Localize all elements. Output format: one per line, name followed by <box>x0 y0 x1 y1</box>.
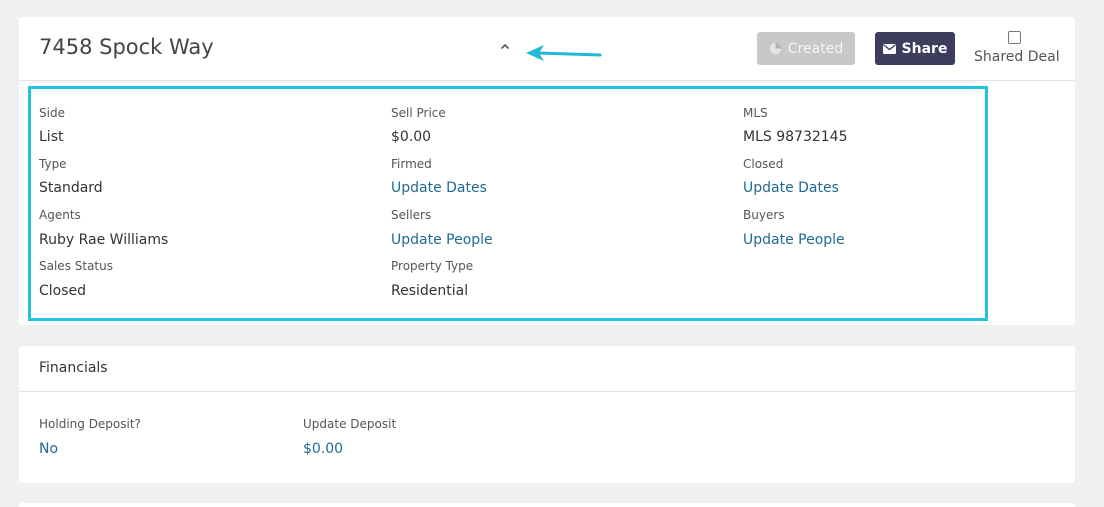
sales-status-label: Sales Status <box>39 259 113 273</box>
shared-deal-checkbox[interactable] <box>1008 31 1021 44</box>
firmed-label: Firmed <box>391 157 432 171</box>
arrow-left-icon <box>526 45 602 61</box>
sellers-label: Sellers <box>391 208 432 222</box>
buyers-label: Buyers <box>743 208 785 222</box>
buyers-update-people-link[interactable]: Update People <box>743 232 845 248</box>
next-card <box>19 503 1075 507</box>
sellers-update-people-link[interactable]: Update People <box>391 232 493 248</box>
agents-value: Ruby Rae Williams <box>39 232 169 248</box>
envelope-icon <box>882 43 896 54</box>
closed-update-dates-link[interactable]: Update Dates <box>743 180 839 196</box>
created-button-label: Created <box>787 40 844 57</box>
update-deposit-value[interactable]: $0.00 <box>303 441 343 457</box>
sell-price-label: Sell Price <box>391 106 446 120</box>
firmed-update-dates-link[interactable]: Update Dates <box>391 180 487 196</box>
mls-value: MLS 98732145 <box>743 129 848 145</box>
financials-header: Financials <box>19 346 1075 392</box>
sell-price-value: $0.00 <box>391 129 432 145</box>
property-type-value: Residential <box>391 283 469 299</box>
property-type-label: Property Type <box>391 259 474 273</box>
sales-status-value: Closed <box>39 283 87 299</box>
deal-details-highlight <box>28 86 988 321</box>
pie-chart-icon <box>769 43 781 54</box>
closed-label: Closed <box>743 157 784 171</box>
financials-card: Financials Holding Deposit? No Update De… <box>19 346 1075 483</box>
side-label: Side <box>39 106 65 120</box>
type-label: Type <box>39 157 67 171</box>
side-value: List <box>39 129 64 145</box>
property-header: 7458 Spock Way Created Share Shared Deal <box>19 17 1075 81</box>
page-title: 7458 Spock Way <box>39 35 214 59</box>
shared-deal-label: Shared Deal <box>974 49 1060 65</box>
holding-deposit-value[interactable]: No <box>39 441 58 457</box>
created-button[interactable]: Created <box>757 32 855 65</box>
holding-deposit-label: Holding Deposit? <box>39 417 141 431</box>
type-value: Standard <box>39 180 103 196</box>
agents-label: Agents <box>39 208 81 222</box>
mls-label: MLS <box>743 106 768 120</box>
share-button-label: Share <box>901 40 948 57</box>
property-card: 7458 Spock Way Created Share Shared Deal <box>19 17 1075 325</box>
update-deposit-label: Update Deposit <box>303 417 397 431</box>
financials-title: Financials <box>39 360 108 376</box>
share-button[interactable]: Share <box>875 32 955 65</box>
chevron-up-icon[interactable] <box>499 41 511 51</box>
